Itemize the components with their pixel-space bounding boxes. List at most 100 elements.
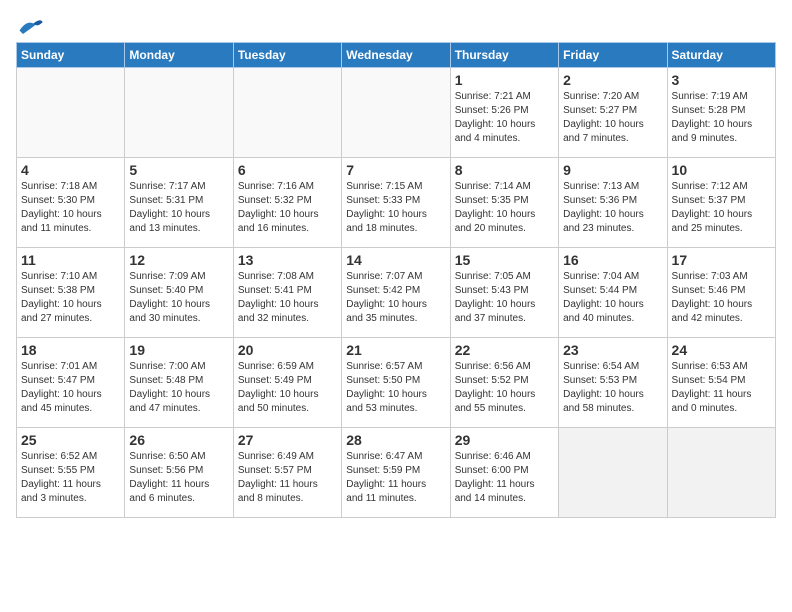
calendar-week-row: 25 Sunrise: 6:52 AM Sunset: 5:55 PM Dayli… bbox=[17, 428, 776, 518]
day-info: Sunrise: 7:13 AM Sunset: 5:36 PM Dayligh… bbox=[563, 180, 662, 236]
day-number: 5 bbox=[129, 162, 228, 178]
day-number: 27 bbox=[238, 432, 337, 448]
calendar-cell bbox=[233, 68, 341, 158]
day-info: Sunrise: 6:56 AM Sunset: 5:52 PM Dayligh… bbox=[455, 360, 554, 416]
day-number: 4 bbox=[21, 162, 120, 178]
day-number: 14 bbox=[346, 252, 445, 268]
calendar-cell: 23 Sunrise: 6:54 AM Sunset: 5:53 PM Dayli… bbox=[559, 338, 667, 428]
calendar-cell: 16 Sunrise: 7:04 AM Sunset: 5:44 PM Dayli… bbox=[559, 248, 667, 338]
day-number: 20 bbox=[238, 342, 337, 358]
day-number: 6 bbox=[238, 162, 337, 178]
day-info: Sunrise: 6:54 AM Sunset: 5:53 PM Dayligh… bbox=[563, 360, 662, 416]
calendar-cell: 14 Sunrise: 7:07 AM Sunset: 5:42 PM Dayli… bbox=[342, 248, 450, 338]
calendar-cell: 3 Sunrise: 7:19 AM Sunset: 5:28 PM Daylig… bbox=[667, 68, 775, 158]
calendar-cell: 11 Sunrise: 7:10 AM Sunset: 5:38 PM Dayli… bbox=[17, 248, 125, 338]
day-number: 24 bbox=[672, 342, 771, 358]
calendar-week-row: 11 Sunrise: 7:10 AM Sunset: 5:38 PM Dayli… bbox=[17, 248, 776, 338]
logo-bird-icon bbox=[16, 16, 44, 38]
day-number: 28 bbox=[346, 432, 445, 448]
day-info: Sunrise: 7:07 AM Sunset: 5:42 PM Dayligh… bbox=[346, 270, 445, 326]
calendar-cell: 1 Sunrise: 7:21 AM Sunset: 5:26 PM Daylig… bbox=[450, 68, 558, 158]
header-day-saturday: Saturday bbox=[667, 43, 775, 68]
header-day-wednesday: Wednesday bbox=[342, 43, 450, 68]
day-number: 22 bbox=[455, 342, 554, 358]
calendar-week-row: 18Sunrise: 7:01 AM Sunset: 5:47 PM Dayli… bbox=[17, 338, 776, 428]
day-number: 17 bbox=[672, 252, 771, 268]
calendar-table: SundayMondayTuesdayWednesdayThursdayFrid… bbox=[16, 42, 776, 518]
calendar-cell: 17 Sunrise: 7:03 AM Sunset: 5:46 PM Dayli… bbox=[667, 248, 775, 338]
day-number: 25 bbox=[21, 432, 120, 448]
calendar-cell: 13 Sunrise: 7:08 AM Sunset: 5:41 PM Dayli… bbox=[233, 248, 341, 338]
day-info: Sunrise: 7:17 AM Sunset: 5:31 PM Dayligh… bbox=[129, 180, 228, 236]
day-number: 11 bbox=[21, 252, 120, 268]
calendar-header-row: SundayMondayTuesdayWednesdayThursdayFrid… bbox=[17, 43, 776, 68]
day-info: Sunrise: 7:00 AM Sunset: 5:48 PM Dayligh… bbox=[129, 360, 228, 416]
day-info: Sunrise: 6:52 AM Sunset: 5:55 PM Dayligh… bbox=[21, 450, 120, 506]
header-day-tuesday: Tuesday bbox=[233, 43, 341, 68]
header-day-friday: Friday bbox=[559, 43, 667, 68]
calendar-cell bbox=[559, 428, 667, 518]
logo bbox=[16, 16, 48, 38]
day-info: Sunrise: 7:10 AM Sunset: 5:38 PM Dayligh… bbox=[21, 270, 120, 326]
day-info: Sunrise: 7:12 AM Sunset: 5:37 PM Dayligh… bbox=[672, 180, 771, 236]
day-info: Sunrise: 7:21 AM Sunset: 5:26 PM Dayligh… bbox=[455, 90, 554, 146]
calendar-cell: 26Sunrise: 6:50 AM Sunset: 5:56 PM Dayli… bbox=[125, 428, 233, 518]
day-info: Sunrise: 6:53 AM Sunset: 5:54 PM Dayligh… bbox=[672, 360, 771, 416]
calendar-cell: 24 Sunrise: 6:53 AM Sunset: 5:54 PM Dayli… bbox=[667, 338, 775, 428]
header-day-monday: Monday bbox=[125, 43, 233, 68]
day-number: 13 bbox=[238, 252, 337, 268]
day-info: Sunrise: 7:14 AM Sunset: 5:35 PM Dayligh… bbox=[455, 180, 554, 236]
header bbox=[16, 16, 776, 38]
day-number: 10 bbox=[672, 162, 771, 178]
day-number: 16 bbox=[563, 252, 662, 268]
day-info: Sunrise: 7:09 AM Sunset: 5:40 PM Dayligh… bbox=[129, 270, 228, 326]
day-number: 23 bbox=[563, 342, 662, 358]
day-number: 19 bbox=[129, 342, 228, 358]
calendar-cell: 20 Sunrise: 6:59 AM Sunset: 5:49 PM Dayli… bbox=[233, 338, 341, 428]
calendar-cell bbox=[342, 68, 450, 158]
day-number: 12 bbox=[129, 252, 228, 268]
day-info: Sunrise: 7:19 AM Sunset: 5:28 PM Dayligh… bbox=[672, 90, 771, 146]
day-info: Sunrise: 7:08 AM Sunset: 5:41 PM Dayligh… bbox=[238, 270, 337, 326]
calendar-cell: 4Sunrise: 7:18 AM Sunset: 5:30 PM Daylig… bbox=[17, 158, 125, 248]
calendar-cell: 5 Sunrise: 7:17 AM Sunset: 5:31 PM Daylig… bbox=[125, 158, 233, 248]
calendar-cell: 25 Sunrise: 6:52 AM Sunset: 5:55 PM Dayli… bbox=[17, 428, 125, 518]
day-number: 3 bbox=[672, 72, 771, 88]
day-info: Sunrise: 7:01 AM Sunset: 5:47 PM Dayligh… bbox=[21, 360, 120, 416]
calendar-cell: 8 Sunrise: 7:14 AM Sunset: 5:35 PM Daylig… bbox=[450, 158, 558, 248]
day-info: Sunrise: 7:04 AM Sunset: 5:44 PM Dayligh… bbox=[563, 270, 662, 326]
day-info: Sunrise: 6:50 AM Sunset: 5:56 PM Dayligh… bbox=[129, 450, 228, 506]
day-info: Sunrise: 6:46 AM Sunset: 6:00 PM Dayligh… bbox=[455, 450, 554, 506]
calendar-cell: 15 Sunrise: 7:05 AM Sunset: 5:43 PM Dayli… bbox=[450, 248, 558, 338]
calendar-cell: 19 Sunrise: 7:00 AM Sunset: 5:48 PM Dayli… bbox=[125, 338, 233, 428]
day-info: Sunrise: 6:47 AM Sunset: 5:59 PM Dayligh… bbox=[346, 450, 445, 506]
calendar-cell: 10 Sunrise: 7:12 AM Sunset: 5:37 PM Dayli… bbox=[667, 158, 775, 248]
calendar-cell: 27 Sunrise: 6:49 AM Sunset: 5:57 PM Dayli… bbox=[233, 428, 341, 518]
day-info: Sunrise: 7:03 AM Sunset: 5:46 PM Dayligh… bbox=[672, 270, 771, 326]
header-day-thursday: Thursday bbox=[450, 43, 558, 68]
day-number: 2 bbox=[563, 72, 662, 88]
calendar-cell: 21 Sunrise: 6:57 AM Sunset: 5:50 PM Dayli… bbox=[342, 338, 450, 428]
calendar-cell: 7 Sunrise: 7:15 AM Sunset: 5:33 PM Daylig… bbox=[342, 158, 450, 248]
calendar-week-row: 1 Sunrise: 7:21 AM Sunset: 5:26 PM Daylig… bbox=[17, 68, 776, 158]
calendar-cell bbox=[125, 68, 233, 158]
day-number: 15 bbox=[455, 252, 554, 268]
day-number: 29 bbox=[455, 432, 554, 448]
day-info: Sunrise: 7:05 AM Sunset: 5:43 PM Dayligh… bbox=[455, 270, 554, 326]
day-number: 21 bbox=[346, 342, 445, 358]
day-number: 7 bbox=[346, 162, 445, 178]
day-number: 9 bbox=[563, 162, 662, 178]
day-info: Sunrise: 6:57 AM Sunset: 5:50 PM Dayligh… bbox=[346, 360, 445, 416]
calendar-cell: 22 Sunrise: 6:56 AM Sunset: 5:52 PM Dayli… bbox=[450, 338, 558, 428]
day-info: Sunrise: 7:15 AM Sunset: 5:33 PM Dayligh… bbox=[346, 180, 445, 236]
calendar-cell: 12 Sunrise: 7:09 AM Sunset: 5:40 PM Dayli… bbox=[125, 248, 233, 338]
calendar-cell: 6 Sunrise: 7:16 AM Sunset: 5:32 PM Daylig… bbox=[233, 158, 341, 248]
day-info: Sunrise: 6:49 AM Sunset: 5:57 PM Dayligh… bbox=[238, 450, 337, 506]
day-info: Sunrise: 7:16 AM Sunset: 5:32 PM Dayligh… bbox=[238, 180, 337, 236]
calendar-cell: 29 Sunrise: 6:46 AM Sunset: 6:00 PM Dayli… bbox=[450, 428, 558, 518]
header-day-sunday: Sunday bbox=[17, 43, 125, 68]
day-number: 8 bbox=[455, 162, 554, 178]
day-number: 1 bbox=[455, 72, 554, 88]
day-info: Sunrise: 6:59 AM Sunset: 5:49 PM Dayligh… bbox=[238, 360, 337, 416]
calendar-cell: 28 Sunrise: 6:47 AM Sunset: 5:59 PM Dayli… bbox=[342, 428, 450, 518]
